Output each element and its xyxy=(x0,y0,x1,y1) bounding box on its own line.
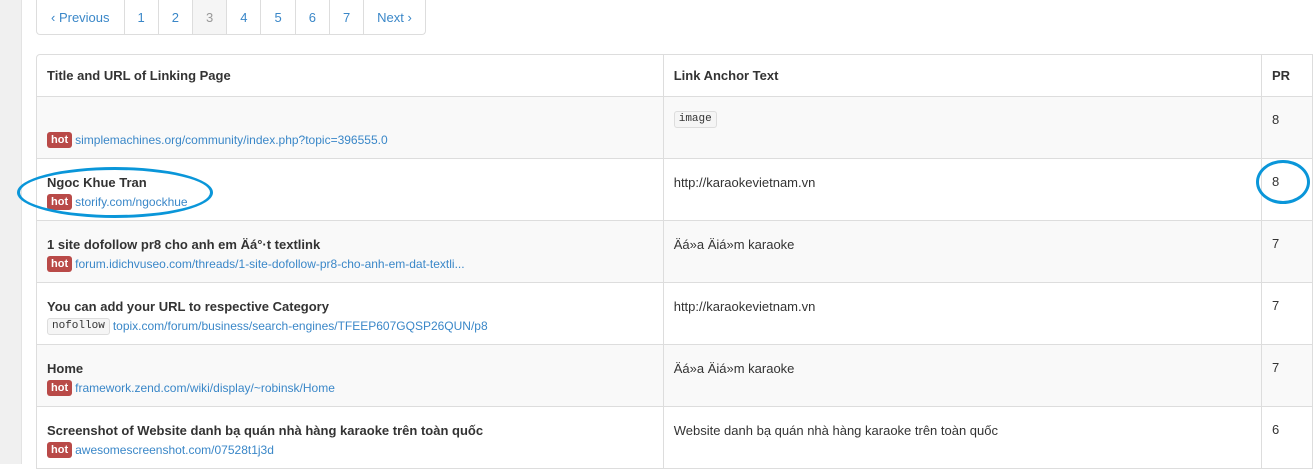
cell-anchor-text: http://karaokevietnam.vn xyxy=(662,158,1261,220)
anchor-text: Äá»a Äiá»m karaoke xyxy=(673,361,795,376)
cell-title-url: 1 site dofollow pr8 cho anh em Äá°·t tex… xyxy=(37,220,663,282)
anchor-text: http://karaokevietnam.vn xyxy=(673,175,816,190)
cell-anchor-text: image xyxy=(662,96,1261,158)
page-link-4[interactable]: 4 xyxy=(226,0,260,34)
pr-value: 7 xyxy=(1272,360,1280,375)
cell-pr: 8 xyxy=(1261,96,1312,158)
page-link-1[interactable]: 1 xyxy=(123,0,158,34)
cell-anchor-text: Äá»a Äiá»m karaoke xyxy=(662,344,1261,406)
column-header-title-url: Title and URL of Linking Page xyxy=(47,68,231,83)
cell-pr: 8 xyxy=(1261,158,1312,220)
page-link-7[interactable]: 7 xyxy=(328,0,363,34)
anchor-tag: image xyxy=(673,111,717,128)
pr-value: 8 xyxy=(1272,112,1280,127)
next-page-link[interactable]: Next › xyxy=(363,0,425,34)
cell-title-url: You can add your URL to respective Categ… xyxy=(37,282,663,344)
linking-page-url[interactable]: topix.com/forum/business/search-engines/… xyxy=(113,319,488,333)
backlinks-table: Title and URL of Linking Page Link Ancho… xyxy=(36,54,1313,469)
cell-pr: 7 xyxy=(1261,220,1312,282)
linking-page-title: Screenshot of Website danh bạ quán nhà h… xyxy=(47,423,484,438)
cell-title-url: Ngoc Khue Tran hot storify.com/ngockhue xyxy=(37,158,663,220)
column-header-pr: PR xyxy=(1261,55,1312,96)
cell-anchor-text: http://karaokevietnam.vn xyxy=(662,282,1261,344)
linking-page-url[interactable]: storify.com/ngockhue xyxy=(75,195,188,209)
cell-pr: 7 xyxy=(1261,282,1312,344)
anchor-text: http://karaokevietnam.vn xyxy=(673,299,816,314)
table-row: You can add your URL to respective Categ… xyxy=(37,282,1312,344)
table-row: hot simplemachines.org/community/index.ph… xyxy=(37,96,1312,158)
table-row: 1 site dofollow pr8 cho anh em Äá°·t tex… xyxy=(37,220,1312,282)
column-header-anchor-text: Link Anchor Text xyxy=(662,55,1261,96)
pr-value: 8 xyxy=(1272,174,1280,189)
linking-page-url[interactable]: awesomescreenshot.com/07528t1j3d xyxy=(75,443,274,457)
linking-page-url[interactable]: framework.zend.com/wiki/display/~robinsk… xyxy=(75,381,335,395)
pr-value: 6 xyxy=(1272,422,1280,437)
pagination: ‹ Previous 1 2 3 4 5 6 7 Next › xyxy=(36,0,426,35)
linking-page-url[interactable]: simplemachines.org/community/index.php?t… xyxy=(75,133,388,147)
page-link-6[interactable]: 6 xyxy=(294,0,329,34)
hot-badge: hot xyxy=(47,380,73,396)
page-link-3-current: 3 xyxy=(192,0,227,34)
table-header-row: Title and URL of Linking Page Link Ancho… xyxy=(37,55,1312,96)
anchor-text: Website danh bạ quán nhà hàng karaoke tr… xyxy=(673,423,999,438)
table-row: Screenshot of Website danh bạ quán nhà h… xyxy=(37,406,1312,468)
hot-badge: hot xyxy=(47,442,73,458)
hot-badge: hot xyxy=(47,194,73,210)
linking-page-title: Ngoc Khue Tran xyxy=(47,175,147,190)
cell-title-url: Home hot framework.zend.com/wiki/display/… xyxy=(37,344,663,406)
cell-pr: 6 xyxy=(1261,406,1312,468)
pr-value: 7 xyxy=(1272,298,1280,313)
table-row: Home hot framework.zend.com/wiki/display/… xyxy=(37,344,1312,406)
linking-page-title: You can add your URL to respective Categ… xyxy=(47,299,329,314)
pr-value: 7 xyxy=(1272,236,1280,251)
left-gutter xyxy=(0,0,22,464)
cell-anchor-text: Äá»a Äiá»m karaoke xyxy=(662,220,1261,282)
cell-title-url: hot simplemachines.org/community/index.ph… xyxy=(37,96,663,158)
linking-page-title: 1 site dofollow pr8 cho anh em Äá°·t tex… xyxy=(47,237,321,252)
cell-title-url: Screenshot of Website danh bạ quán nhà h… xyxy=(37,406,663,468)
cell-pr: 7 xyxy=(1261,344,1312,406)
previous-page-link[interactable]: ‹ Previous xyxy=(37,0,124,34)
anchor-text: Äá»a Äiá»m karaoke xyxy=(673,237,795,252)
hot-badge: hot xyxy=(47,256,73,272)
linking-page-title: Home xyxy=(47,361,84,376)
hot-badge: hot xyxy=(47,132,73,148)
nofollow-badge: nofollow xyxy=(47,318,110,335)
table-row: Ngoc Khue Tran hot storify.com/ngockhue h… xyxy=(37,158,1312,220)
cell-anchor-text: Website danh bạ quán nhà hàng karaoke tr… xyxy=(662,406,1261,468)
linking-page-url[interactable]: forum.idichvuseo.com/threads/1-site-dofo… xyxy=(75,257,465,271)
page-link-2[interactable]: 2 xyxy=(157,0,192,34)
page-link-5[interactable]: 5 xyxy=(260,0,294,34)
